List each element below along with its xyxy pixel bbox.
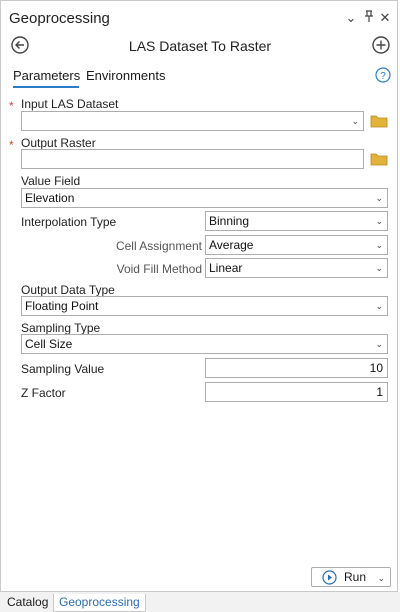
question-circle-icon[interactable]: ? <box>375 67 391 83</box>
chevron-down-icon[interactable]: ⌄ <box>377 569 385 587</box>
void-fill-method-select[interactable]: Linear ⌄ <box>205 258 388 278</box>
output-data-type-select[interactable]: Floating Point ⌄ <box>21 296 388 316</box>
required-marker: * <box>9 99 14 113</box>
chevron-down-icon: ⌄ <box>375 193 383 203</box>
void-fill-method-label: Void Fill Method <box>116 262 202 276</box>
folder-icon[interactable] <box>370 114 388 128</box>
sampling-value-label: Sampling Value <box>21 362 105 376</box>
chevron-down-icon: ⌄ <box>375 263 383 273</box>
close-icon[interactable]: ✕ <box>378 10 392 26</box>
output-raster-field[interactable] <box>21 149 364 169</box>
chevron-down-icon: ⌄ <box>375 216 383 226</box>
input-las-dataset-field[interactable]: ⌄ <box>21 111 364 131</box>
cell-assignment-label: Cell Assignment <box>115 239 202 253</box>
pane-menu-chevron-icon[interactable]: ⌄ <box>344 10 358 26</box>
run-play-icon <box>322 570 337 590</box>
pane-title: Geoprocessing <box>9 10 110 27</box>
sampling-value-input[interactable]: 10 <box>205 358 388 378</box>
run-button-label: Run <box>344 570 367 584</box>
z-factor-input[interactable]: 1 <box>205 382 388 402</box>
output-data-type-label: Output Data Type <box>21 283 115 297</box>
sampling-type-select[interactable]: Cell Size ⌄ <box>21 334 388 354</box>
cell-assignment-select[interactable]: Average ⌄ <box>205 235 388 255</box>
input-las-label: Input LAS Dataset <box>21 97 119 111</box>
interpolation-type-select[interactable]: Binning ⌄ <box>205 211 388 231</box>
tab-environments[interactable]: Environments <box>86 68 165 83</box>
geoprocessing-pane: Geoprocessing ⌄ ✕ LAS Dataset To Raster … <box>0 0 398 592</box>
sampling-type-label: Sampling Type <box>21 321 101 335</box>
tab-catalog[interactable]: Catalog <box>2 594 53 612</box>
chevron-down-icon: ⌄ <box>351 116 359 126</box>
bottom-tab-strip: Catalog Geoprocessing <box>0 592 400 612</box>
tab-parameters[interactable]: Parameters <box>13 68 80 88</box>
interpolation-type-label: Interpolation Type <box>21 215 117 229</box>
run-button[interactable]: Run ⌄ <box>311 567 391 587</box>
pin-icon[interactable] <box>362 10 376 26</box>
tab-geoprocessing[interactable]: Geoprocessing <box>53 594 146 612</box>
svg-text:?: ? <box>380 71 386 82</box>
chevron-down-icon: ⌄ <box>375 339 383 349</box>
required-marker: * <box>9 138 14 152</box>
z-factor-label: Z Factor <box>21 386 66 400</box>
value-field-label: Value Field <box>21 174 81 188</box>
chevron-down-icon: ⌄ <box>375 301 383 311</box>
folder-icon[interactable] <box>370 152 388 166</box>
add-circle-icon[interactable] <box>371 35 391 55</box>
tool-title: LAS Dataset To Raster <box>128 38 272 54</box>
tab-active-indicator <box>13 86 79 88</box>
value-field-select[interactable]: Elevation ⌄ <box>21 188 388 208</box>
chevron-down-icon: ⌄ <box>375 240 383 250</box>
output-raster-label: Output Raster <box>21 136 96 150</box>
